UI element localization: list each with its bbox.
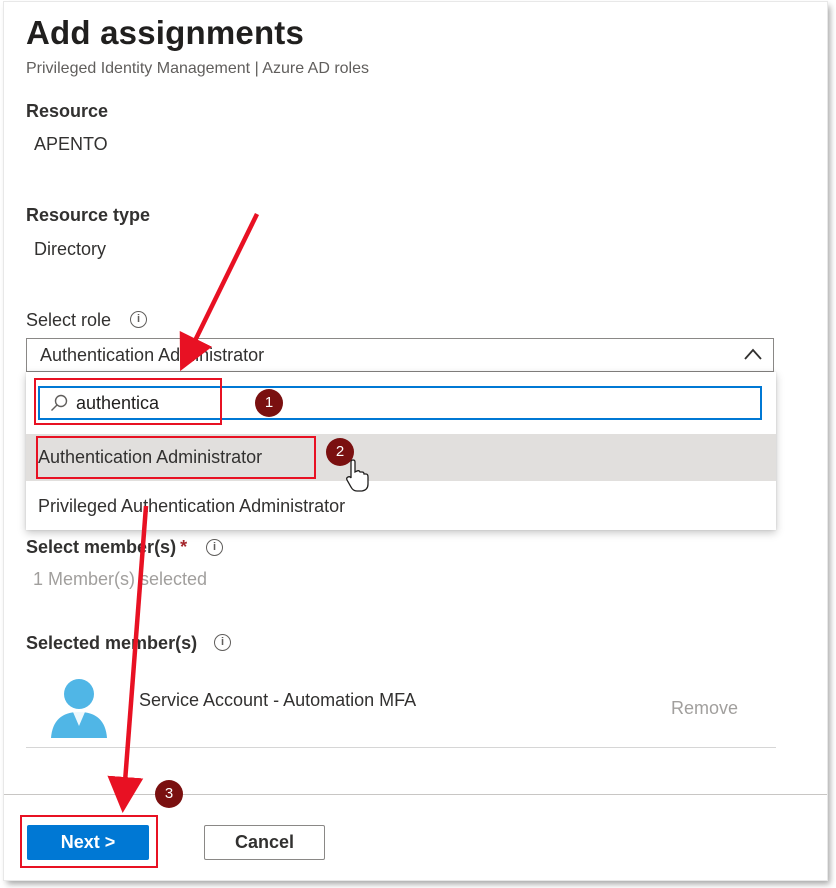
role-dropdown-value: Authentication Administrator <box>40 345 265 365</box>
chevron-up-icon <box>744 348 762 360</box>
annotation-box <box>20 815 158 868</box>
role-dropdown[interactable]: Authentication Administrator <box>26 338 774 372</box>
select-role-label: Select role <box>26 310 112 330</box>
page-subtitle: Privileged Identity Management | Azure A… <box>26 60 369 77</box>
annotation-box <box>36 436 316 479</box>
user-avatar-icon <box>51 679 107 738</box>
required-mark: * <box>180 537 188 557</box>
annotation-box <box>34 378 222 425</box>
role-option[interactable]: Privileged Authentication Administrator <box>26 483 776 530</box>
members-selected-link[interactable]: 1 Member(s) selected <box>33 569 207 590</box>
role-option-label: Privileged Authentication Administrator <box>38 496 346 516</box>
resource-label: Resource <box>26 101 109 121</box>
step-badge: 2 <box>326 438 354 466</box>
step-badge: 3 <box>155 780 183 808</box>
resource-type-label: Resource type <box>26 205 151 225</box>
step-badge: 1 <box>255 389 283 417</box>
info-icon[interactable]: i <box>214 634 231 651</box>
footer-divider <box>4 794 827 795</box>
select-members-label: Select member(s) * <box>26 537 188 557</box>
selected-members-label: Selected member(s) <box>26 633 198 653</box>
info-icon[interactable]: i <box>206 539 223 556</box>
remove-member-button[interactable]: Remove <box>671 698 738 719</box>
cancel-button[interactable]: Cancel <box>204 825 325 860</box>
member-name: Service Account - Automation MFA <box>139 690 417 710</box>
page-title: Add assignments <box>26 14 305 51</box>
divider <box>26 747 776 748</box>
info-icon[interactable]: i <box>130 311 147 328</box>
resource-value: APENTO <box>34 134 108 154</box>
resource-type-value: Directory <box>34 239 107 259</box>
